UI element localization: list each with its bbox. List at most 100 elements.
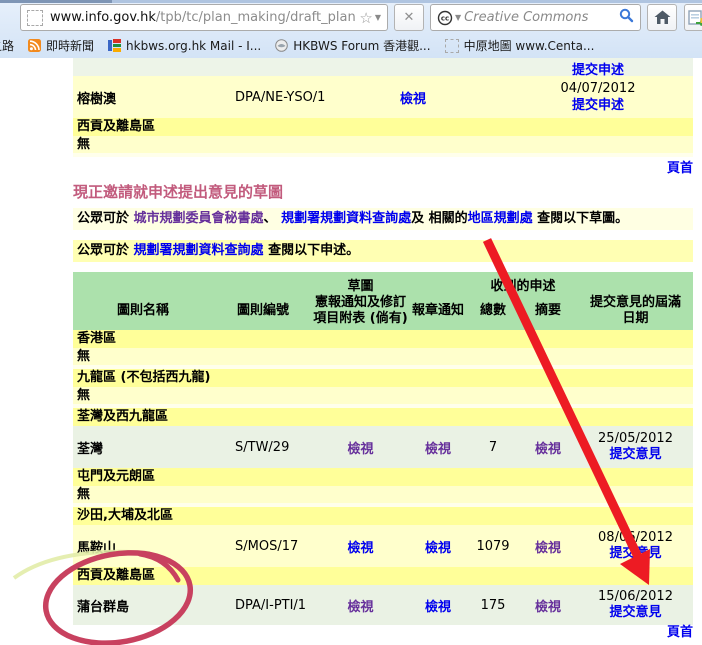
planning-enquiry-link[interactable]: 規劃署規劃資料查詢處 — [281, 211, 411, 226]
bookmark-item-partial[interactable]: 之路 — [0, 37, 14, 54]
plan-name: 荃灣 — [73, 438, 213, 457]
table-row: 馬鞍山 S/MOS/17 檢視 檢視 1079 檢視 08/06/2012提交意… — [73, 525, 693, 567]
url-domain: www.info.gov.hk — [50, 10, 156, 25]
url-path: /tpb/tc/plan_making/draft_plan.html — [156, 10, 355, 25]
url-dropdown-icon[interactable]: ▼ — [375, 13, 381, 22]
page-top-link[interactable]: 頁首 — [667, 161, 693, 176]
bookmark-item-hkbws-mail[interactable]: hkbws.org.hk Mail - I... — [108, 39, 261, 53]
bookmark-label: hkbws.org.hk Mail - I... — [126, 39, 261, 53]
plan-name: 榕樹澳 — [73, 88, 213, 107]
home-button[interactable] — [647, 4, 677, 31]
plan-name: 蒲台群島 — [73, 596, 213, 615]
submit-comment-link[interactable]: 提交意見 — [609, 546, 661, 561]
district-section-row: 香港區 — [73, 330, 693, 348]
group-header-draft: 草圖 — [313, 275, 408, 294]
placeholder-icon — [445, 39, 459, 53]
table-row: 提交申述 — [73, 58, 693, 76]
bookmark-label: HKBWS Forum 香港觀... — [293, 37, 430, 54]
intro-paragraph: 公眾可於 城市規劃委員會秘書處、 規劃署規劃資料查詢處及 相關的地區規劃處 查閱… — [73, 208, 693, 230]
expiry-date: 04/07/2012 — [561, 81, 636, 96]
submit-representation-link[interactable]: 提交申述 — [572, 63, 624, 78]
page-top-link[interactable]: 頁首 — [667, 625, 693, 640]
browser-window: www.info.gov.hk/tpb/tc/plan_making/draft… — [0, 0, 702, 645]
view-digest-link[interactable]: 檢視 — [535, 600, 561, 615]
search-engine-dropdown-icon[interactable]: ▼ — [455, 13, 461, 22]
view-press-link[interactable]: 檢視 — [425, 541, 451, 556]
col-header-gazette: 憲報通知及修訂項目附表 (倘有) — [313, 295, 408, 327]
page-content: 提交申述 榕樹澳 DPA/NE-YSO/1 檢視 04/07/2012 提交申述… — [0, 58, 702, 645]
session-restore-button[interactable] — [684, 4, 702, 31]
rss-icon — [28, 39, 41, 52]
active-tab-edge — [0, 0, 112, 3]
col-header-total: 總數 — [468, 303, 518, 319]
intro-paragraph: 公眾可於 規劃署規劃資料查詢處 查閱以下申述。 — [73, 240, 693, 262]
paragraph-text: 及 相關的 — [411, 211, 468, 226]
view-gazette-link[interactable]: 檢視 — [347, 442, 373, 457]
stop-button[interactable]: ✕ — [394, 4, 424, 31]
expiry-date: 15/06/2012 — [598, 589, 673, 604]
plan-number: DPA/NE-YSO/1 — [213, 90, 353, 105]
svg-text:cc: cc — [441, 14, 449, 22]
table-row: 荃灣 S/TW/29 檢視 檢視 7 檢視 25/05/2012提交意見 — [73, 426, 693, 468]
district-section-row: 荃灣及西九龍區 — [73, 408, 693, 426]
table-row: 蒲台群島 DPA/I-PTI/1 檢視 檢視 175 檢視 15/06/2012… — [73, 585, 693, 625]
col-header-press: 報章通知 — [408, 303, 468, 319]
bookmark-item-news[interactable]: 即時新聞 — [28, 37, 94, 54]
view-gazette-link[interactable]: 檢視 — [347, 600, 373, 615]
paragraph-text: 查閱以下申述。 — [264, 243, 360, 258]
creative-commons-icon[interactable]: cc — [437, 10, 453, 26]
planning-enquiry-link[interactable]: 規劃署規劃資料查詢處 — [134, 243, 264, 258]
search-engine-label[interactable]: Creative Commons — [464, 10, 617, 25]
district-section-row: 屯門及元朗區 — [73, 468, 693, 486]
col-header-expiry: 提交意見的屆滿日期 — [578, 295, 693, 327]
submit-comment-link[interactable]: 提交意見 — [609, 447, 661, 462]
district-planning-office-link[interactable]: 地區規劃處 — [468, 211, 533, 226]
tab-strip — [0, 0, 702, 3]
paragraph-text: 查閱以下草圖。 — [533, 211, 629, 226]
page-green-arrow-icon — [688, 10, 702, 26]
view-digest-link[interactable]: 檢視 — [535, 442, 561, 457]
paragraph-text: 、 — [264, 211, 282, 226]
group-header-received: 收到的申述 — [468, 275, 578, 294]
bookmark-label: 之路 — [0, 37, 14, 54]
bookmarks-bar: 之路 即時新聞 — [0, 34, 702, 57]
bookmark-item-hkbws-forum[interactable]: HKBWS Forum 香港觀... — [275, 37, 430, 54]
address-bar[interactable]: www.info.gov.hk/tpb/tc/plan_making/draft… — [20, 4, 388, 31]
paragraph-text: 公眾可於 — [77, 211, 134, 226]
col-header-plan-name: 圖則名稱 — [73, 303, 213, 319]
view-press-link[interactable]: 檢視 — [425, 600, 451, 615]
bookmark-item-centamap[interactable]: 中原地圖 www.Centa... — [445, 37, 595, 54]
empty-row: 無 — [73, 387, 693, 404]
empty-row: 無 — [73, 136, 693, 153]
col-header-plan-number: 圖則編號 — [213, 303, 313, 319]
paragraph-text: 公眾可於 — [77, 243, 134, 258]
search-box[interactable]: cc ▼ Creative Commons — [430, 4, 641, 31]
col-header-digest: 摘要 — [518, 303, 578, 319]
total-count: 7 — [468, 440, 518, 455]
round-logo-icon — [275, 39, 288, 52]
expiry-date: 08/06/2012 — [598, 530, 673, 545]
district-section-row: 九龍區 (不包括西九龍) — [73, 369, 693, 387]
home-icon — [654, 10, 671, 25]
search-magnifier-icon[interactable] — [619, 8, 634, 23]
district-section-row: 西貢及離島區 — [73, 118, 693, 136]
table-column-headers: 圖則名稱 圖則編號 憲報通知及修訂項目附表 (倘有) 報章通知 總數 摘要 提交… — [73, 292, 693, 330]
expiry-date: 25/05/2012 — [598, 431, 673, 446]
view-gazette-link[interactable]: 檢視 — [347, 541, 373, 556]
google-icon — [108, 39, 121, 52]
district-section-row: 西貢及離島區 — [73, 567, 693, 585]
plan-name: 馬鞍山 — [73, 537, 213, 556]
tpb-secretariat-link[interactable]: 城市規劃委員會秘書處 — [134, 211, 264, 226]
submit-comment-link[interactable]: 提交意見 — [609, 605, 661, 620]
submit-representation-link[interactable]: 提交申述 — [572, 98, 624, 113]
total-count: 1079 — [468, 539, 518, 554]
url-text[interactable]: www.info.gov.hk/tpb/tc/plan_making/draft… — [50, 10, 355, 25]
stop-x-icon: ✕ — [404, 10, 415, 25]
empty-row: 無 — [73, 348, 693, 365]
bookmark-star-icon[interactable]: ☆ — [359, 9, 372, 27]
view-digest-link[interactable]: 檢視 — [535, 541, 561, 556]
section-heading: 現正邀請就申述提出意見的草圖 — [73, 182, 693, 202]
table-row: 榕樹澳 DPA/NE-YSO/1 檢視 04/07/2012 提交申述 — [73, 76, 693, 118]
view-link[interactable]: 檢視 — [400, 92, 426, 107]
view-press-link[interactable]: 檢視 — [425, 442, 451, 457]
